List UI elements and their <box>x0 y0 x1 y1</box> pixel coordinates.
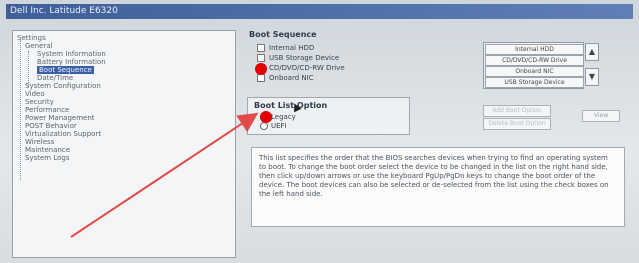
boot-device-cd-dvd[interactable]: CD/DVD/CD-RW Drive <box>257 64 345 72</box>
boot-option-actions: Add Boot Option Delete Boot Option View <box>483 105 623 130</box>
sidebar-item-maintenance[interactable]: Maintenance <box>25 146 70 154</box>
sidebar-item-video[interactable]: Video <box>25 90 45 98</box>
boot-device-usb[interactable]: USB Storage Device <box>257 54 339 62</box>
sidebar-item-power-management[interactable]: Power Management <box>25 114 95 122</box>
sidebar-item-wireless[interactable]: Wireless <box>25 138 54 146</box>
boot-device-onboard-nic[interactable]: Onboard NIC <box>257 74 314 82</box>
sidebar-item-system-information[interactable]: System Information <box>37 50 106 58</box>
add-boot-option-button[interactable]: Add Boot Option <box>483 105 551 117</box>
sidebar-item-security[interactable]: Security <box>25 98 54 106</box>
sidebar-item-settings[interactable]: Settings <box>17 34 46 42</box>
checkbox-icon[interactable] <box>257 44 265 52</box>
move-down-button[interactable]: ▼ <box>585 68 599 86</box>
boot-sequence-panel: Boot Sequence Internal HDD USB Storage D… <box>247 30 631 259</box>
sidebar-item-boot-sequence[interactable]: Boot Sequence <box>37 66 94 74</box>
boot-order-item[interactable]: Internal HDD <box>485 44 584 55</box>
uefi-label: UEFI <box>271 122 287 130</box>
uefi-radio[interactable]: UEFI <box>260 122 287 130</box>
help-description: This list specifies the order that the B… <box>251 147 625 227</box>
bios-screen: Dell Inc. Latitude E6320 Settings General… <box>0 0 639 263</box>
boot-device-label: USB Storage Device <box>269 54 340 62</box>
boot-order-list[interactable]: Internal HDD CD/DVD/CD-RW Drive Onboard … <box>483 42 584 89</box>
sidebar-item-date-time[interactable]: Date/Time <box>37 74 73 82</box>
sidebar-item-performance[interactable]: Performance <box>25 106 69 114</box>
move-up-button[interactable]: ▲ <box>585 43 599 61</box>
tree-line-main <box>20 40 21 180</box>
boot-order-item[interactable]: CD/DVD/CD-RW Drive <box>485 55 584 66</box>
sidebar-item-system-logs[interactable]: System Logs <box>25 154 69 162</box>
sidebar-item-battery-information[interactable]: Battery Information <box>37 58 106 66</box>
view-button[interactable]: View <box>582 110 620 122</box>
annotation-dot-uefi <box>264 114 272 122</box>
checkbox-icon[interactable] <box>257 54 265 62</box>
boot-order-item[interactable]: Onboard NIC <box>485 66 584 77</box>
annotation-dot-boot-device <box>255 63 267 75</box>
legacy-label: Legacy <box>271 113 296 121</box>
boot-device-internal-hdd[interactable]: Internal HDD <box>257 44 314 52</box>
boot-device-label: Onboard NIC <box>269 74 314 82</box>
boot-order-item[interactable]: USB Storage Device <box>485 77 584 88</box>
checkbox-icon[interactable] <box>257 74 265 82</box>
window-title: Dell Inc. Latitude E6320 <box>6 4 633 19</box>
boot-sequence-title: Boot Sequence <box>249 30 317 39</box>
radio-icon[interactable] <box>260 122 268 130</box>
delete-boot-option-button[interactable]: Delete Boot Option <box>483 118 551 130</box>
boot-device-label: Internal HDD <box>269 44 315 52</box>
sidebar-item-post-behavior[interactable]: POST Behavior <box>25 122 77 130</box>
sidebar-item-virtualization-support[interactable]: Virtualization Support <box>25 130 101 138</box>
boot-device-label: CD/DVD/CD-RW Drive <box>269 64 345 72</box>
settings-tree: Settings General System Information Battery… <box>12 30 236 258</box>
sidebar-item-general[interactable]: General <box>25 42 53 50</box>
sidebar-item-system-configuration[interactable]: System Configuration <box>25 82 101 90</box>
